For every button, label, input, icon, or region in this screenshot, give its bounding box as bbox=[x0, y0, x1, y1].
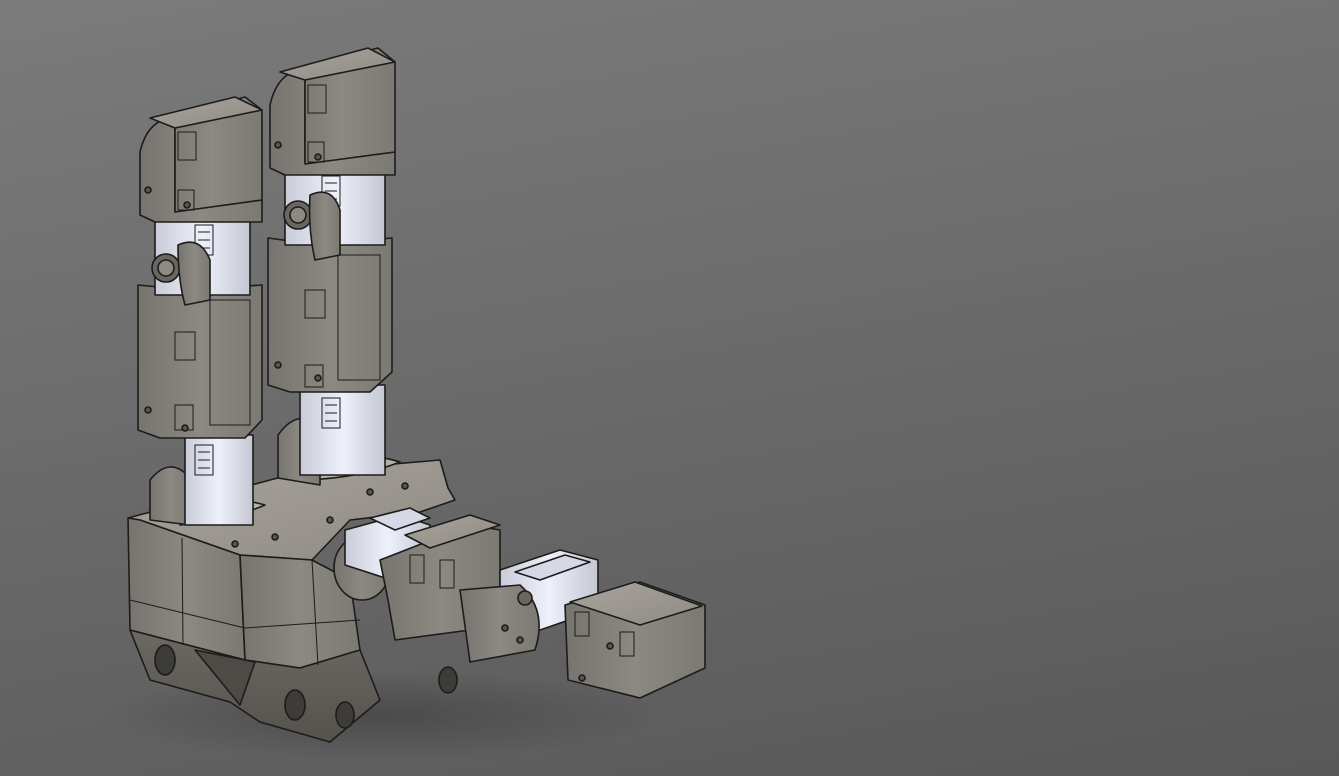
finger-right[interactable] bbox=[267, 47, 396, 486]
robot-hand-model[interactable] bbox=[0, 0, 1339, 776]
finger-left[interactable] bbox=[137, 96, 263, 526]
cad-viewport[interactable] bbox=[0, 0, 1339, 776]
finger-thumb[interactable] bbox=[333, 507, 706, 699]
